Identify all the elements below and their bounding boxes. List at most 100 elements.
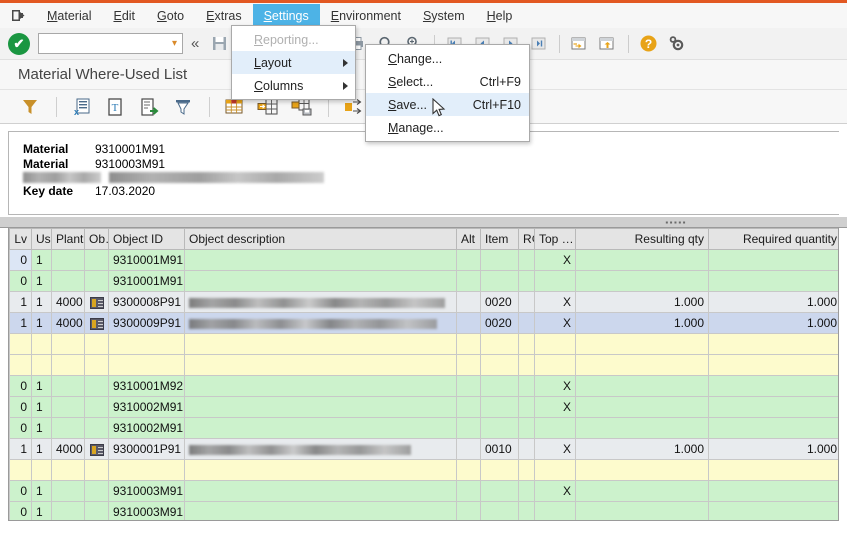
cell-resqty bbox=[575, 375, 709, 397]
table-row[interactable]: 0 1 9310001M91 X bbox=[9, 249, 838, 271]
cell-obj bbox=[84, 459, 109, 481]
table-row[interactable]: 0 1 9310003M91 bbox=[9, 501, 838, 520]
new-session-icon[interactable] bbox=[566, 31, 592, 57]
table-row[interactable] bbox=[9, 459, 838, 481]
customize-icon[interactable] bbox=[663, 31, 689, 57]
cell-lv: 0 bbox=[9, 480, 32, 502]
cell-reqqty bbox=[708, 480, 838, 502]
cell-obj bbox=[84, 354, 109, 376]
table-row[interactable]: 1 1 4000 9300009P91 0020 X 1.000 1.000 bbox=[9, 312, 838, 334]
cell-lv bbox=[9, 333, 32, 355]
menu-item-change[interactable]: Change... bbox=[366, 47, 529, 70]
grid-header-plant[interactable]: Plant bbox=[51, 228, 85, 250]
cell-resqty bbox=[575, 396, 709, 418]
cell-us bbox=[31, 459, 52, 481]
cell-us: 1 bbox=[31, 375, 52, 397]
cell-item bbox=[480, 417, 519, 439]
create-shortcut-icon[interactable] bbox=[594, 31, 620, 57]
menu-settings[interactable]: Settings bbox=[252, 3, 320, 28]
key-date-value: 17.03.2020 bbox=[95, 183, 156, 198]
table-row[interactable]: 0 1 9310003M91 X bbox=[9, 480, 838, 502]
menu-extras[interactable]: Extras bbox=[195, 4, 252, 28]
cell-alt bbox=[456, 375, 481, 397]
cell-us: 1 bbox=[31, 480, 52, 502]
cell-desc bbox=[184, 333, 457, 355]
grid-header-obj[interactable]: Ob… bbox=[84, 228, 109, 250]
grid-header-resqty[interactable]: Resulting qty bbox=[575, 228, 709, 250]
panel-splitter[interactable]: ▪▪▪▪▪ bbox=[0, 217, 847, 228]
redacted-description-line bbox=[23, 172, 839, 183]
grid-header-us[interactable]: Us bbox=[31, 228, 52, 250]
cell-id bbox=[108, 354, 185, 376]
cell-alt bbox=[456, 312, 481, 334]
cell-alt bbox=[456, 417, 481, 439]
redacted-object-description bbox=[189, 297, 445, 308]
cell-top bbox=[534, 354, 576, 376]
grid-header-id[interactable]: Object ID bbox=[108, 228, 185, 250]
grid-header-item[interactable]: Item bbox=[480, 228, 519, 250]
cell-plant bbox=[51, 396, 85, 418]
cell-desc bbox=[184, 375, 457, 397]
menu-material[interactable]: Material bbox=[36, 4, 102, 28]
cell-rc bbox=[518, 249, 535, 271]
menu-help[interactable]: Help bbox=[476, 4, 524, 28]
menu-item-columns[interactable]: Columns bbox=[232, 74, 355, 97]
cell-reqqty bbox=[708, 375, 838, 397]
table-row[interactable]: 0 1 9310002M91 X bbox=[9, 396, 838, 418]
cell-rc bbox=[518, 270, 535, 292]
cell-alt bbox=[456, 354, 481, 376]
menu-edit[interactable]: Edit bbox=[102, 4, 146, 28]
table-row[interactable] bbox=[9, 354, 838, 376]
table-row[interactable]: 0 1 9310001M91 bbox=[9, 270, 838, 292]
material-label: Material bbox=[23, 141, 69, 156]
command-field[interactable]: ▾ bbox=[38, 33, 183, 54]
grid-header-rc[interactable]: R¢ bbox=[518, 228, 535, 250]
enter-ok-button[interactable]: ✔ bbox=[8, 32, 30, 55]
export-excel-icon[interactable]: x bbox=[65, 92, 97, 122]
filter-icon[interactable] bbox=[14, 92, 46, 122]
menu-environment[interactable]: Environment bbox=[320, 4, 412, 28]
text-document-icon[interactable]: T bbox=[99, 92, 131, 122]
cell-reqqty bbox=[708, 396, 838, 418]
chevron-down-icon[interactable]: ▾ bbox=[172, 38, 177, 49]
menu-goto[interactable]: Goto bbox=[146, 4, 195, 28]
help-icon[interactable]: ? bbox=[635, 31, 661, 57]
cell-resqty: 1.000 bbox=[575, 312, 709, 334]
key-date-label: Key date bbox=[23, 183, 74, 198]
sap-logo-icon[interactable] bbox=[8, 7, 28, 25]
cell-resqty bbox=[575, 249, 709, 271]
print-preview-icon[interactable] bbox=[167, 92, 199, 122]
cell-id bbox=[108, 459, 185, 481]
menu-item-select[interactable]: Select... Ctrl+F9 bbox=[366, 70, 529, 93]
grid-header-reqqty[interactable]: Required quantity bbox=[708, 228, 838, 250]
export-icon[interactable] bbox=[133, 92, 165, 122]
save-icon[interactable] bbox=[206, 31, 232, 57]
table-row[interactable]: 1 1 4000 9300001P91 0010 X 1.000 1.000 bbox=[9, 438, 838, 460]
back-chevrons-icon[interactable]: « bbox=[191, 35, 200, 52]
menu-item-manage[interactable]: Manage... bbox=[366, 116, 529, 139]
table-row[interactable]: 0 1 9310001M92 X bbox=[9, 375, 838, 397]
table-row[interactable] bbox=[9, 333, 838, 355]
menu-system[interactable]: System bbox=[412, 4, 476, 28]
cell-desc bbox=[184, 438, 457, 460]
cell-alt bbox=[456, 270, 481, 292]
object-type-icon bbox=[89, 296, 104, 309]
key-date-row: Key date 17.03.2020 bbox=[23, 183, 839, 198]
grid-header-alt[interactable]: Alt bbox=[456, 228, 481, 250]
table-row[interactable]: 1 1 4000 9300008P91 0020 X 1.000 1.000 bbox=[9, 291, 838, 313]
cell-obj bbox=[84, 291, 109, 313]
cell-id: 9310002M91 bbox=[108, 417, 185, 439]
cell-reqqty bbox=[708, 270, 838, 292]
grid-header-lv[interactable]: Lv bbox=[9, 228, 32, 250]
cell-alt bbox=[456, 396, 481, 418]
cell-rc bbox=[518, 480, 535, 502]
menu-item-shortcut: Ctrl+F9 bbox=[479, 74, 521, 89]
table-row[interactable]: 0 1 9310002M91 bbox=[9, 417, 838, 439]
cell-desc bbox=[184, 249, 457, 271]
cell-lv: 0 bbox=[9, 396, 32, 418]
grid-header-desc[interactable]: Object description bbox=[184, 228, 457, 250]
grid-header-top[interactable]: Top … bbox=[534, 228, 576, 250]
menu-item-save[interactable]: Save... Ctrl+F10 bbox=[366, 93, 529, 116]
menu-item-layout[interactable]: Layout bbox=[232, 51, 355, 74]
cell-id: 9300009P91 bbox=[108, 312, 185, 334]
